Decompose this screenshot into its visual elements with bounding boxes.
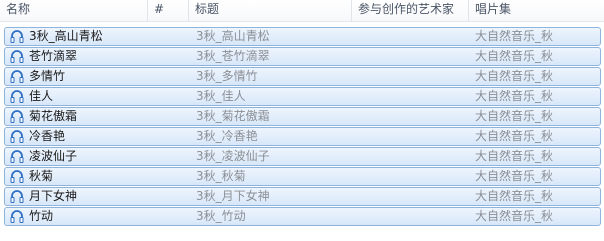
list-item[interactable]: 多情竹 3秋_多情竹 大自然音乐_秋 xyxy=(4,67,601,86)
album-name: 大自然音乐_秋 xyxy=(475,189,554,203)
file-name: 凌波仙子 xyxy=(29,149,78,163)
file-name: 多情竹 xyxy=(29,69,66,83)
list-item[interactable]: 秋菊 3秋_秋菊 大自然音乐_秋 xyxy=(4,167,601,186)
list-item[interactable]: 3秋_高山青松 3秋_高山青松 大自然音乐_秋 xyxy=(4,27,601,46)
column-header-album[interactable]: 唱片集 xyxy=(468,0,604,21)
music-file-icon xyxy=(9,29,25,44)
album-name: 大自然音乐_秋 xyxy=(475,169,554,183)
album-name: 大自然音乐_秋 xyxy=(475,149,554,163)
list-item[interactable]: 佳人 3秋_佳人 大自然音乐_秋 xyxy=(4,87,601,106)
music-file-icon xyxy=(9,69,25,84)
album-name: 大自然音乐_秋 xyxy=(475,109,554,123)
file-name: 菊花傲霜 xyxy=(29,109,78,123)
column-header-number[interactable]: # xyxy=(147,0,188,21)
track-title: 3秋_月下女神 xyxy=(196,189,270,203)
album-name: 大自然音乐_秋 xyxy=(475,69,554,83)
music-file-icon xyxy=(9,89,25,104)
file-name: 月下女神 xyxy=(29,189,78,203)
music-file-icon xyxy=(9,49,25,64)
track-title: 3秋_冷香艳 xyxy=(196,129,258,143)
list-item[interactable]: 月下女神 3秋_月下女神 大自然音乐_秋 xyxy=(4,187,601,206)
music-file-icon xyxy=(9,149,25,164)
file-name: 竹动 xyxy=(29,209,54,223)
music-file-icon xyxy=(9,209,25,224)
track-title: 3秋_苍竹滴翠 xyxy=(196,49,270,63)
album-name: 大自然音乐_秋 xyxy=(475,129,554,143)
track-title: 3秋_多情竹 xyxy=(196,69,258,83)
list-item[interactable]: 竹动 3秋_竹动 大自然音乐_秋 xyxy=(4,207,601,226)
list-item[interactable]: 凌波仙子 3秋_凌波仙子 大自然音乐_秋 xyxy=(4,147,601,166)
music-file-icon xyxy=(9,189,25,204)
album-name: 大自然音乐_秋 xyxy=(475,209,554,223)
file-name: 冷香艳 xyxy=(29,129,66,143)
album-name: 大自然音乐_秋 xyxy=(475,49,554,63)
track-title: 3秋_菊花傲霜 xyxy=(196,109,270,123)
column-header-title[interactable]: 标题 xyxy=(188,0,351,21)
list-item[interactable]: 冷香艳 3秋_冷香艳 大自然音乐_秋 xyxy=(4,127,601,146)
track-title: 3秋_佳人 xyxy=(196,89,246,103)
music-file-icon xyxy=(9,129,25,144)
column-header-name[interactable]: 名称 xyxy=(0,0,147,21)
track-title: 3秋_竹动 xyxy=(196,209,246,223)
music-file-icon xyxy=(9,169,25,184)
file-name: 3秋_高山青松 xyxy=(29,29,103,43)
file-list: 3秋_高山青松 3秋_高山青松 大自然音乐_秋 苍竹滴翠 3秋_苍竹滴翠 大自然音乐_秋多… xyxy=(4,27,601,227)
file-name: 秋菊 xyxy=(29,169,54,183)
album-name: 大自然音乐_秋 xyxy=(475,29,554,43)
column-header-artist[interactable]: 参与创作的艺术家 xyxy=(351,0,468,21)
track-title: 3秋_高山青松 xyxy=(196,29,270,43)
track-title: 3秋_秋菊 xyxy=(196,169,246,183)
album-name: 大自然音乐_秋 xyxy=(475,89,554,103)
column-header-bar: 名称 # 标题 参与创作的艺术家 唱片集 xyxy=(0,0,604,22)
music-file-icon xyxy=(9,109,25,124)
track-title: 3秋_凌波仙子 xyxy=(196,149,270,163)
list-item[interactable]: 菊花傲霜 3秋_菊花傲霜 大自然音乐_秋 xyxy=(4,107,601,126)
list-item[interactable]: 苍竹滴翠 3秋_苍竹滴翠 大自然音乐_秋 xyxy=(4,47,601,66)
file-name: 佳人 xyxy=(29,89,54,103)
file-name: 苍竹滴翠 xyxy=(29,49,78,63)
